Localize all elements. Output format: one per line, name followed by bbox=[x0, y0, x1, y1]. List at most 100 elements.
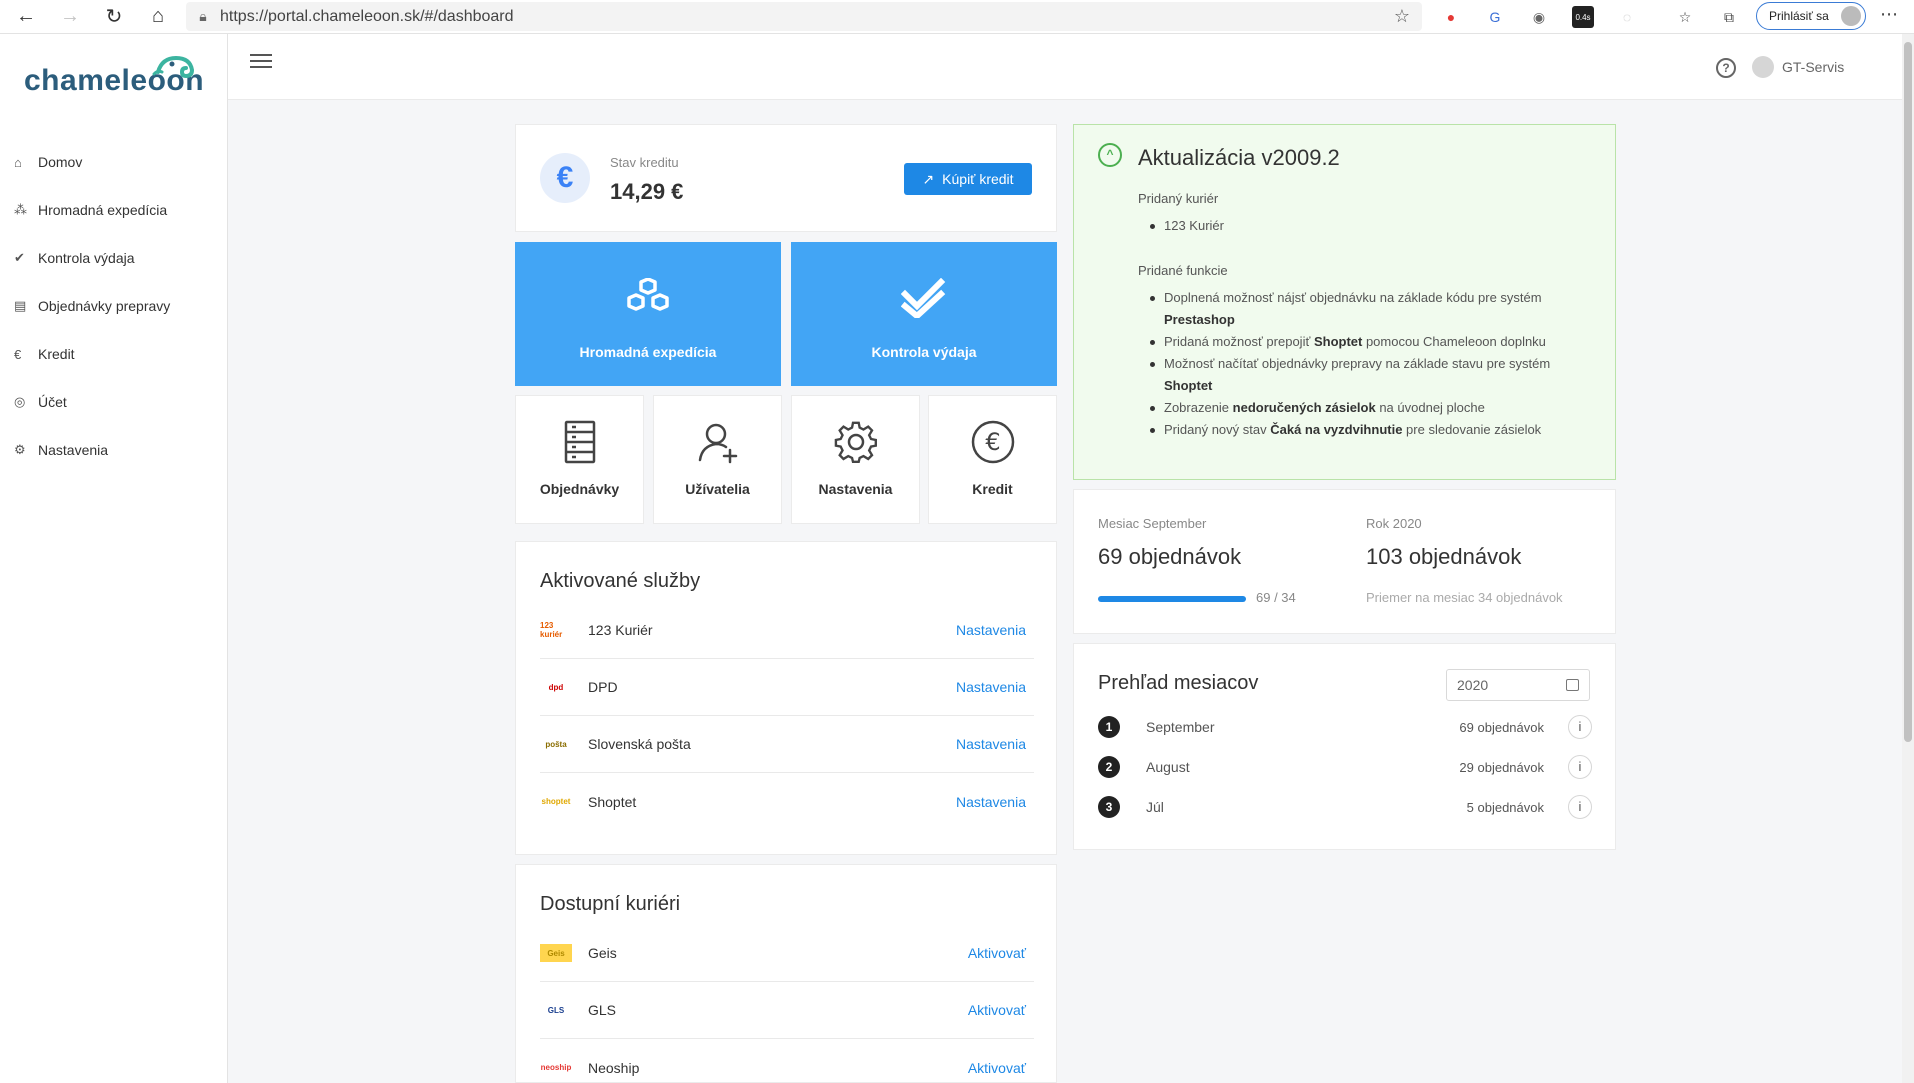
euro-circle-icon: € bbox=[971, 420, 1014, 464]
rank-badge: 2 bbox=[1098, 756, 1120, 778]
help-icon[interactable]: ? bbox=[1716, 58, 1736, 78]
year-picker[interactable]: 2020 bbox=[1446, 669, 1590, 701]
service-settings-link[interactable]: Nastavenia bbox=[956, 679, 1026, 695]
gear-icon: ⚙ bbox=[14, 442, 26, 457]
geis-logo: Geis bbox=[540, 944, 572, 962]
profile-avatar-icon bbox=[1841, 6, 1861, 26]
service-name: 123 Kuriér bbox=[588, 622, 653, 638]
activate-link[interactable]: Aktivovať bbox=[968, 1060, 1026, 1076]
service-row: pošta Slovenská pošta Nastavenia bbox=[540, 716, 1034, 773]
sidebar-item-objednavky-prepravy[interactable]: ▤ Objednávky prepravy bbox=[14, 294, 170, 318]
sidebar-item-kredit[interactable]: € Kredit bbox=[14, 342, 75, 366]
service-row: shoptet Shoptet Nastavenia bbox=[540, 773, 1034, 830]
tile-kredit[interactable]: € Kredit bbox=[928, 395, 1057, 524]
favorite-star-icon[interactable]: ☆ bbox=[1394, 6, 1410, 27]
svg-text:€: € bbox=[985, 428, 1000, 456]
info-icon[interactable]: i bbox=[1568, 715, 1592, 739]
double-check-icon: ✔ bbox=[14, 250, 25, 265]
page-scrollbar[interactable] bbox=[1902, 34, 1914, 1083]
favorites-icon[interactable]: ☆ bbox=[1674, 6, 1696, 28]
sidebar-item-label: Domov bbox=[38, 154, 83, 170]
active-services-card: Aktivované služby 123 kuriér 123 Kuriér … bbox=[515, 541, 1057, 855]
sidebar-item-hromadna-expedicia[interactable]: ⁂ Hromadná expedícia bbox=[14, 198, 167, 222]
feature-text: Možnosť načítať objednávky prepravy na z… bbox=[1164, 356, 1551, 371]
tile-objednavky[interactable]: Objednávky bbox=[515, 395, 644, 524]
available-couriers-card: Dostupní kuriéri Geis Geis Aktivovať GLS… bbox=[515, 864, 1057, 1083]
add-user-icon bbox=[698, 423, 737, 464]
feature-bold: Čaká na vyzdvihnutie bbox=[1270, 422, 1403, 437]
menu-toggle-icon[interactable] bbox=[250, 54, 272, 72]
tile-hromadna-expedicia[interactable]: Hromadná expedícia bbox=[515, 242, 781, 386]
extension-icon[interactable]: ◌ bbox=[1616, 6, 1638, 28]
sidebar-item-label: Účet bbox=[38, 394, 67, 410]
months-title: Prehľad mesiacov bbox=[1098, 672, 1259, 694]
logo[interactable]: chameleoon bbox=[24, 52, 204, 98]
rank-badge: 3 bbox=[1098, 796, 1120, 818]
home-browser-icon[interactable]: ⌂ bbox=[136, 0, 180, 34]
neoship-logo: neoship bbox=[540, 1063, 572, 1072]
timer-extension-icon[interactable]: 0.4s bbox=[1572, 6, 1594, 28]
more-menu-icon[interactable]: ⋯ bbox=[1880, 4, 1898, 25]
kurier-123-logo: 123 kuriér bbox=[540, 621, 563, 639]
credit-card: € Stav kreditu 14,29 € ↗ Kúpiť kredit bbox=[515, 124, 1057, 232]
activate-link[interactable]: Aktivovať bbox=[968, 1002, 1026, 1018]
collapse-chevron-icon[interactable]: ^ bbox=[1098, 143, 1122, 167]
translate-icon[interactable]: G bbox=[1484, 6, 1506, 28]
update-card: ^ Aktualizácia v2009.2 Pridaný kuriér 12… bbox=[1073, 124, 1616, 480]
calendar-icon bbox=[1566, 679, 1579, 691]
tile-uzivatelia[interactable]: Užívatelia bbox=[653, 395, 782, 524]
reload-icon[interactable]: ↻ bbox=[92, 0, 136, 34]
scrollbar-thumb[interactable] bbox=[1904, 42, 1912, 742]
collections-icon[interactable]: ⧉ bbox=[1718, 6, 1740, 28]
update-feature-item: Zobrazenie nedoručených zásielok na úvod… bbox=[1150, 397, 1594, 419]
month-progress-bar bbox=[1098, 596, 1246, 602]
service-settings-link[interactable]: Nastavenia bbox=[956, 736, 1026, 752]
feature-text: pomocou Chameleoon doplnku bbox=[1362, 334, 1546, 349]
tile-nastavenia[interactable]: Nastavenia bbox=[791, 395, 920, 524]
back-icon[interactable]: ← bbox=[4, 0, 48, 34]
sidebar-item-domov[interactable]: ⌂ Domov bbox=[14, 150, 82, 174]
available-couriers-title: Dostupní kuriéri bbox=[540, 893, 681, 915]
month-count: 5 objednávok bbox=[1466, 799, 1544, 815]
update-feature-item: Pridaný nový stav Čaká na vyzdvihnutie p… bbox=[1150, 419, 1594, 441]
feature-text: Pridaný nový stav bbox=[1164, 422, 1271, 437]
update-feature-item: Doplnená možnosť nájsť objednávku na zák… bbox=[1150, 287, 1594, 331]
opera-icon[interactable]: ● bbox=[1440, 6, 1462, 28]
year-value: 2020 bbox=[1457, 677, 1489, 693]
year-label: Rok 2020 bbox=[1366, 516, 1422, 531]
sidebar-item-kontrola-vydaja[interactable]: ✔ Kontrola výdaja bbox=[14, 246, 135, 270]
month-row: 3 Júl 5 objednávok i bbox=[1098, 792, 1592, 822]
courier-row: GLS GLS Aktivovať bbox=[540, 982, 1034, 1039]
forward-icon[interactable]: → bbox=[48, 0, 92, 34]
sidebar-item-label: Hromadná expedícia bbox=[38, 202, 168, 218]
sidebar-item-ucet[interactable]: ◎ Účet bbox=[14, 390, 67, 414]
feature-text: Zobrazenie bbox=[1164, 400, 1233, 415]
address-bar[interactable]: 🔒︎ https://portal.chameleoon.sk/#/dashbo… bbox=[186, 2, 1422, 31]
tile-kontrola-vydaja[interactable]: Kontrola výdaja bbox=[791, 242, 1057, 386]
camera-icon[interactable]: ◉ bbox=[1528, 6, 1550, 28]
month-name: August bbox=[1146, 759, 1190, 775]
user-name: GT-Servis bbox=[1782, 59, 1845, 75]
feature-text: Doplnená možnosť nájsť objednávku na zák… bbox=[1164, 290, 1542, 305]
sidebar-item-nastavenia[interactable]: ⚙ Nastavenia bbox=[14, 438, 108, 462]
service-settings-link[interactable]: Nastavenia bbox=[956, 622, 1026, 638]
courier-name: GLS bbox=[588, 1002, 617, 1018]
gls-logo: GLS bbox=[547, 1005, 565, 1015]
euro-icon: € bbox=[14, 346, 22, 362]
user-icon: ◎ bbox=[14, 394, 26, 409]
rank-badge: 1 bbox=[1098, 716, 1120, 738]
sidebar: chameleoon ⌂ Domov ⁂ Hromadná expedícia … bbox=[0, 34, 228, 1083]
month-row: 2 August 29 objednávok i bbox=[1098, 752, 1592, 782]
feature-bold: Shoptet bbox=[1164, 378, 1213, 393]
service-row: 123 kuriér 123 Kuriér Nastavenia bbox=[540, 602, 1034, 659]
tile-label: Kredit bbox=[972, 481, 1013, 497]
info-icon[interactable]: i bbox=[1568, 755, 1592, 779]
top-header: ? GT-Servis bbox=[228, 34, 1902, 100]
courier-row: Geis Geis Aktivovať bbox=[540, 925, 1034, 982]
activate-link[interactable]: Aktivovať bbox=[968, 945, 1026, 961]
info-icon[interactable]: i bbox=[1568, 795, 1592, 819]
service-settings-link[interactable]: Nastavenia bbox=[956, 794, 1026, 810]
browser-login-button[interactable]: Prihlásiť sa bbox=[1756, 2, 1866, 30]
user-menu[interactable]: GT-Servis bbox=[1752, 56, 1844, 78]
buy-credit-button[interactable]: ↗ Kúpiť kredit bbox=[904, 163, 1032, 195]
